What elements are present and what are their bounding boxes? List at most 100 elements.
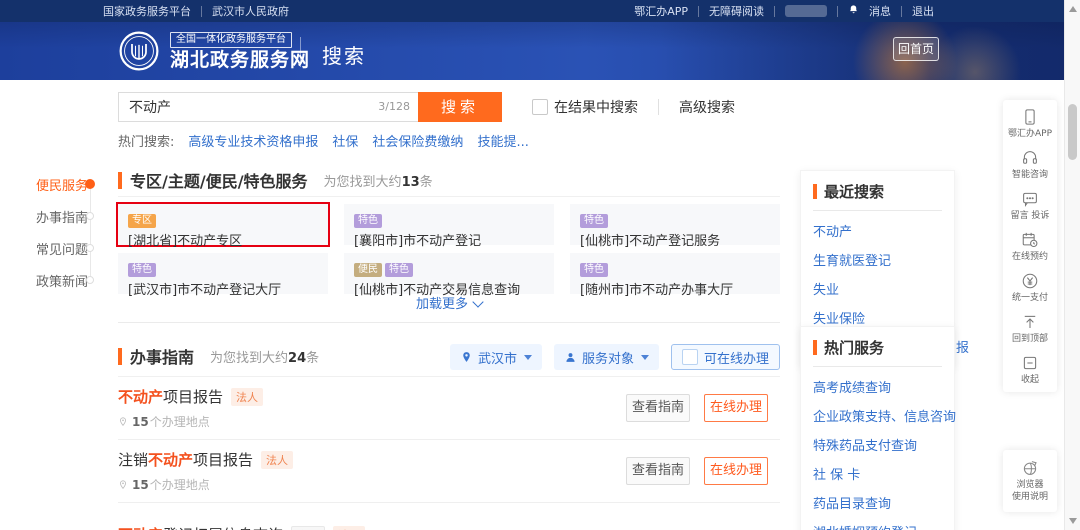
floating-toolbar: 鄂汇办APP 智能咨询 留言 投诉 在线预约 统一支付 回到顶部 收起 xyxy=(1003,100,1057,392)
tag-personal: 个人 xyxy=(291,526,325,530)
guide-item-project-report[interactable]: 不动产项目报告 法人 15个办理地点 查看指南 在线办理 xyxy=(118,377,780,440)
toolbar-app[interactable]: 鄂汇办APP xyxy=(1003,108,1057,140)
scroll-down-arrow-icon[interactable] xyxy=(1069,518,1077,524)
checkbox-icon[interactable] xyxy=(532,99,548,115)
topbar-link-app[interactable]: 鄂汇办APP xyxy=(634,3,688,19)
chat-icon xyxy=(1021,190,1039,208)
hot-service-link[interactable]: 社 保 卡 xyxy=(813,464,942,483)
guide-item-cancel-project-report[interactable]: 注销不动产项目报告 法人 15个办理地点 查看指南 在线办理 xyxy=(118,440,780,503)
headset-icon xyxy=(1021,149,1039,167)
hot-search-link[interactable]: 社会保险费缴纳 xyxy=(372,131,463,150)
sidebar-item-label: 政策新闻 xyxy=(36,271,88,290)
audience-filter-dropdown[interactable]: 服务对象 xyxy=(554,344,659,370)
location-count: 15 xyxy=(132,415,149,429)
card-title: [仙桃市]不动产登记服务 xyxy=(580,230,770,249)
divider xyxy=(201,6,202,17)
hot-service-link[interactable]: 高考成绩查询 xyxy=(813,377,942,396)
location-count: 15 xyxy=(132,478,149,492)
toolbar-collapse[interactable]: 收起 xyxy=(1003,354,1057,386)
guide-item-ownership-query[interactable]: 不动产登记权属信息查询 个人 法人 xyxy=(118,503,780,530)
hot-service-link[interactable]: 企业政策支持、信息咨询 xyxy=(813,406,942,425)
sidebar-item-faq[interactable]: 常见问题 xyxy=(0,232,100,264)
zones-section-title: 专区/主题/便民/特色服务 xyxy=(130,168,308,192)
zone-cards-grid: 专区 [湖北省]不动产专区 特色 [襄阳市]市不动产登记 特色 [仙桃市]不动产… xyxy=(118,204,780,294)
char-counter: 3/128 xyxy=(378,100,410,113)
zones-section-header: 专区/主题/便民/特色服务 为您找到大约13条 xyxy=(118,168,433,192)
recent-search-link[interactable]: 不动产 xyxy=(813,221,942,240)
location-pin-icon xyxy=(460,351,473,364)
topbar-link-city-gov[interactable]: 武汉市人民政府 xyxy=(212,3,289,19)
zone-card-xiantao-trade[interactable]: 便民特色 [仙桃市]不动产交易信息查询 xyxy=(344,253,554,294)
username-redacted xyxy=(785,5,827,17)
hot-search-link[interactable]: 技能提... xyxy=(477,131,528,150)
zone-card-xiantao-registration[interactable]: 特色 [仙桃市]不动产登记服务 xyxy=(570,204,780,245)
search-input[interactable] xyxy=(118,92,418,122)
toolbar-booking[interactable]: 在线预约 xyxy=(1003,231,1057,263)
topbar-link-accessibility[interactable]: 无障碍阅读 xyxy=(709,3,764,19)
topbar-link-messages[interactable]: 消息 xyxy=(869,3,891,19)
location-pin-icon xyxy=(118,480,128,490)
recent-search-link[interactable]: 生育就医登记 xyxy=(813,250,942,269)
guide-result-list: 不动产项目报告 法人 15个办理地点 查看指南 在线办理 注销不动产项目 xyxy=(118,377,780,530)
hot-search-link[interactable]: 高级专业技术资格申报 xyxy=(188,131,318,150)
hot-services-panel: 热门服务 高考成绩查询 企业政策支持、信息咨询 特殊药品支付查询 社 保 卡 药… xyxy=(800,326,955,530)
online-only-checkbox[interactable]: 可在线办理 xyxy=(671,344,780,370)
topbar-link-national-platform[interactable]: 国家政务服务平台 xyxy=(103,3,191,19)
section-bar-icon xyxy=(813,184,817,199)
hot-service-link[interactable]: 药品目录查询 xyxy=(813,493,942,512)
site-brand[interactable]: 全国一体化政务服务平台 湖北政务服务网 xyxy=(118,30,310,72)
browser-help-widget[interactable]: 浏览器 使用说明 xyxy=(1003,450,1057,512)
city-filter-dropdown[interactable]: 武汉市 xyxy=(450,344,542,370)
view-guide-button[interactable]: 查看指南 xyxy=(626,457,690,485)
advanced-search-link[interactable]: 高级搜索 xyxy=(679,97,735,117)
dot-icon xyxy=(86,212,94,220)
toolbar-smart-consult[interactable]: 智能咨询 xyxy=(1003,149,1057,181)
dot-icon xyxy=(86,244,94,252)
online-apply-button[interactable]: 在线办理 xyxy=(704,457,768,485)
chevron-down-icon xyxy=(472,296,483,307)
scrollbar[interactable] xyxy=(1064,0,1080,530)
checkbox-icon[interactable] xyxy=(682,349,698,365)
toolbar-label: 智能咨询 xyxy=(1005,170,1055,181)
view-guide-button[interactable]: 查看指南 xyxy=(626,394,690,422)
sidebar-item-convenience-services[interactable]: 便民服务 xyxy=(0,168,100,200)
site-header: 全国一体化政务服务平台 湖北政务服务网 搜索 回首页 xyxy=(0,22,1064,80)
search-button[interactable]: 搜索 xyxy=(418,92,502,122)
hot-search-link[interactable]: 社保 xyxy=(332,131,358,150)
tag-feature: 特色 xyxy=(354,214,382,228)
zone-card-hubei-realestate[interactable]: 专区 [湖北省]不动产专区 xyxy=(118,204,328,245)
sidebar-item-guides[interactable]: 办事指南 xyxy=(0,200,100,232)
online-apply-button[interactable]: 在线办理 xyxy=(704,394,768,422)
tag-legal-person: 法人 xyxy=(231,388,263,406)
hot-service-link[interactable]: 湖北婚姻预约登记 xyxy=(813,522,942,530)
guide-item-title: 不动产登记权属信息查询 个人 法人 xyxy=(118,524,365,530)
toolbar-unified-payment[interactable]: 统一支付 xyxy=(1003,272,1057,304)
zone-card-suizhou-hall[interactable]: 特色 [随州市]市不动产办事大厅 xyxy=(570,253,780,294)
scrollbar-thumb[interactable] xyxy=(1068,104,1077,160)
zone-card-wuhan-hall[interactable]: 特色 [武汉市]市不动产登记大厅 xyxy=(118,253,328,294)
section-bar-icon xyxy=(118,172,122,189)
hot-service-link[interactable]: 特殊药品支付查询 xyxy=(813,435,942,454)
site-name: 湖北政务服务网 xyxy=(170,50,310,70)
location-pin-icon xyxy=(118,417,128,427)
toolbar-back-to-top[interactable]: 回到顶部 xyxy=(1003,313,1057,345)
divider xyxy=(118,322,780,323)
topbar-link-logout[interactable]: 退出 xyxy=(912,3,934,19)
online-only-label: 可在线办理 xyxy=(704,348,769,367)
guide-item-title: 不动产项目报告 法人 xyxy=(118,386,263,407)
sidebar-item-label: 办事指南 xyxy=(36,207,88,226)
browser-help-line1: 浏览器 xyxy=(1016,480,1043,490)
count-prefix: 为您找到大约 xyxy=(324,175,402,190)
site-logo-icon xyxy=(118,30,160,72)
keyword-highlight: 不动产 xyxy=(118,386,163,407)
search-in-results-checkbox[interactable]: 在结果中搜索 xyxy=(532,97,638,117)
scroll-up-arrow-icon[interactable] xyxy=(1069,6,1077,12)
home-button[interactable]: 回首页 xyxy=(893,37,939,61)
zone-card-xiangyang[interactable]: 特色 [襄阳市]市不动产登记 xyxy=(344,204,554,245)
count-suffix: 条 xyxy=(306,351,319,366)
sidebar-item-policy-news[interactable]: 政策新闻 xyxy=(0,264,100,296)
load-more-button[interactable]: 加载更多 xyxy=(118,293,780,312)
recent-search-link[interactable]: 失业保险 xyxy=(813,308,942,327)
toolbar-feedback[interactable]: 留言 投诉 xyxy=(1003,190,1057,222)
recent-search-link[interactable]: 失业 xyxy=(813,279,942,298)
